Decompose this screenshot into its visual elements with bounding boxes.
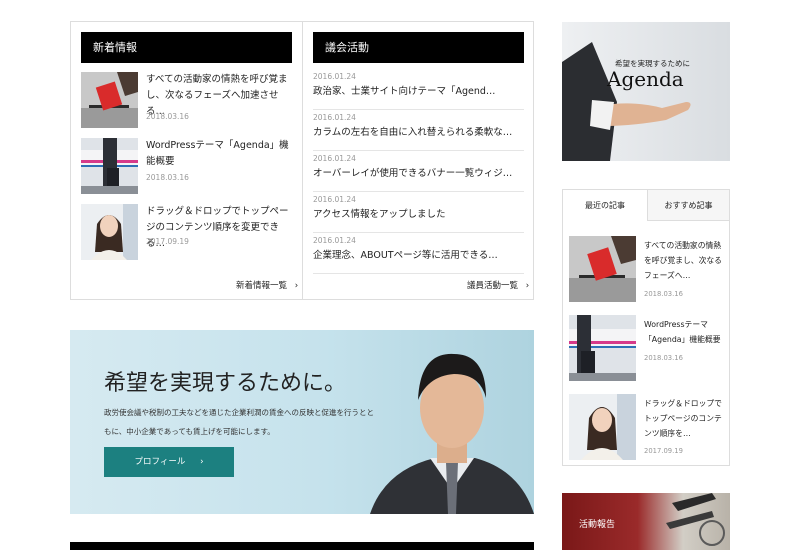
sidebar-article-date: 2017.09.19 [644, 447, 683, 455]
sidebar-article[interactable]: WordPressテーマ「Agenda」機能概要 2018.03.16 [569, 315, 725, 381]
activity-more-link[interactable]: 議員活動一覧 › [467, 279, 529, 291]
activity-item-date: 2016.01.24 [313, 195, 356, 204]
activity-item-title[interactable]: オーバーレイが使用できるバナー一覧ウィジ… [313, 167, 524, 181]
activity-report-banner[interactable]: 活動報告 [562, 493, 730, 550]
sidebar-article[interactable]: ドラッグ＆ドロップでトップページのコンテンツ順序を… 2017.09.19 [569, 394, 725, 460]
news-item[interactable]: WordPressテーマ「Agenda」機能概要 2018.03.16 [81, 138, 295, 194]
sidebar-article-title[interactable]: WordPressテーマ「Agenda」機能概要 [644, 317, 726, 347]
agenda-banner[interactable]: 希望を実現するために Agenda [562, 22, 730, 161]
woman-portrait-image[interactable] [81, 204, 138, 260]
activity-item-title[interactable]: カラムの左右を自由に入れ替えられる柔軟な… [313, 126, 524, 140]
news-more-label[interactable]: 新着情報一覧 [236, 281, 287, 291]
sidebar-article-title[interactable]: すべての活動家の情熱を呼び覚まし、次なるフェーズへ… [644, 238, 726, 283]
news-heading: 新着情報 [81, 32, 292, 63]
chevron-right-icon: › [200, 457, 204, 467]
politician-portrait-image [370, 353, 534, 514]
activity-item[interactable]: 2016.01.24 政治家、士業サイト向けテーマ「Agend… [313, 69, 524, 110]
activity-item-date: 2016.01.24 [313, 113, 356, 122]
activity-item-date: 2016.01.24 [313, 72, 356, 81]
activity-column: 議会活動 2016.01.24 政治家、士業サイト向けテーマ「Agend… 20… [302, 22, 533, 299]
profile-hero: 希望を実現するために。 政労使会議や税制の工夫などを通じた企業利潤の賃金への反映… [70, 330, 534, 514]
news-item-date: 2017.09.19 [146, 237, 189, 246]
train-platform-image[interactable] [81, 138, 138, 194]
presenting-hand-image [562, 42, 691, 161]
hero-description: 政労使会議や税制の工夫などを通じた企業利潤の賃金への反映と促進を行うとともに、中… [104, 408, 374, 436]
news-item-title[interactable]: WordPressテーマ「Agenda」機能概要 [146, 138, 296, 170]
sidebar-article-date: 2018.03.16 [644, 290, 683, 298]
activity-item-date: 2016.01.24 [313, 236, 356, 245]
activity-item-title[interactable]: 政治家、士業サイト向けテーマ「Agend… [313, 85, 524, 99]
activity-item-date: 2016.01.24 [313, 154, 356, 163]
news-item-date: 2018.03.16 [146, 173, 189, 182]
train-platform-image[interactable] [569, 315, 636, 381]
profile-button[interactable]: プロフィール › [104, 447, 234, 477]
ballot-box-image[interactable] [81, 72, 138, 128]
sidebar-article-title[interactable]: ドラッグ＆ドロップでトップページのコンテンツ順序を… [644, 396, 726, 441]
news-item[interactable]: ドラッグ＆ドロップでトップページのコンテンツ順序を変更できる… 2017.09.… [81, 204, 295, 260]
activity-item-title[interactable]: アクセス情報をアップしました [313, 208, 524, 222]
activity-item-title[interactable]: 企業理念、ABOUTページ等に活用できる… [313, 249, 524, 263]
hero-title: 希望を実現するために。 [104, 371, 347, 396]
agenda-title: Agenda [607, 67, 684, 91]
news-item-date: 2018.03.16 [146, 112, 189, 121]
activity-item[interactable]: 2016.01.24 オーバーレイが使用できるバナー一覧ウィジ… [313, 151, 524, 192]
tab-recent[interactable]: 最近の記事 [563, 190, 647, 221]
sidebar-article[interactable]: すべての活動家の情熱を呼び覚まし、次なるフェーズへ… 2018.03.16 [569, 236, 725, 302]
woman-portrait-image[interactable] [569, 394, 636, 460]
activity-item[interactable]: 2016.01.24 企業理念、ABOUTページ等に活用できる… [313, 233, 524, 274]
article-tabs-widget: 最近の記事 おすすめ記事 すべての活動家の情熱を呼び覚まし、次なるフェーズへ… … [562, 189, 730, 466]
chevron-right-icon: › [294, 281, 299, 291]
news-column: 新着情報 すべての活動家の情熱を呼び覚まし、次なるフェーズへ加速させる… 201… [71, 22, 302, 299]
activity-item[interactable]: 2016.01.24 カラムの左右を自由に入れ替えられる柔軟な… [313, 110, 524, 151]
activity-more-label[interactable]: 議員活動一覧 [467, 281, 518, 291]
sidebar-article-date: 2018.03.16 [644, 354, 683, 362]
chevron-right-icon: › [525, 281, 530, 291]
tab-recommended[interactable]: おすすめ記事 [647, 190, 729, 221]
news-section: 新着情報 すべての活動家の情熱を呼び覚まし、次なるフェーズへ加速させる… 201… [70, 21, 534, 300]
activity-heading: 議会活動 [313, 32, 524, 63]
ballot-box-image[interactable] [569, 236, 636, 302]
news-item[interactable]: すべての活動家の情熱を呼び覚まし、次なるフェーズへ加速させる… 2018.03.… [81, 72, 295, 128]
news-more-link[interactable]: 新着情報一覧 › [236, 279, 298, 291]
activity-item[interactable]: 2016.01.24 アクセス情報をアップしました [313, 192, 524, 233]
profile-button-label[interactable]: プロフィール [135, 457, 186, 467]
section-heading-bar [70, 542, 534, 550]
activity-report-label: 活動報告 [579, 520, 616, 530]
